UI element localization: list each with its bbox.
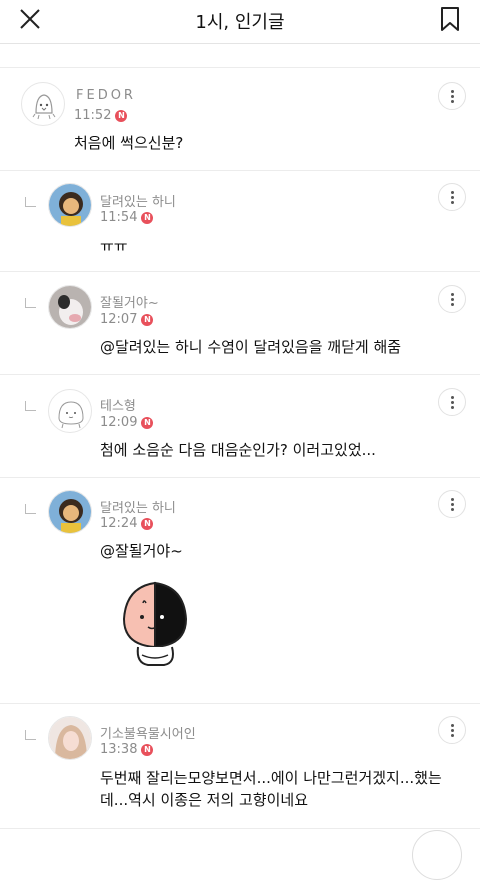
comment-text: 처음에 썩으신분? <box>74 134 184 152</box>
comment-text: @잘될거야~ <box>100 542 183 560</box>
comment-time: 12:24 N <box>100 516 154 531</box>
new-badge: N <box>141 314 154 326</box>
comment-author: 기소불욕물시어인 <box>100 727 196 742</box>
comment-time: 13:38 N <box>100 742 154 757</box>
comment-item: FEDOR 11:52 N 처음에 썩으신분? <box>0 68 480 170</box>
bookmark-icon[interactable] <box>440 6 460 32</box>
comment-author: 잘될거야~ <box>100 296 159 311</box>
time-value: 12:24 <box>100 516 138 531</box>
more-options-button[interactable] <box>438 388 466 416</box>
time-value: 13:38 <box>100 742 138 757</box>
cartoon-avatar[interactable] <box>48 183 92 227</box>
new-badge: N <box>141 417 154 429</box>
comment-text: ㅠㅠ <box>100 237 128 255</box>
cartoon-avatar[interactable] <box>48 490 92 534</box>
reply-item: 달려있는 하니 12:24 N @잘될거야~ <box>0 478 480 700</box>
page-title: 1시, 인기글 <box>195 12 285 33</box>
reply-arrow-icon <box>25 197 36 207</box>
top-bar: 1시, 인기글 <box>0 0 480 44</box>
penguin-avatar[interactable] <box>21 82 65 126</box>
comment-text-line1: 두번째 잘리는모양보면서...에이 나만그런거겠지...했는 <box>100 769 442 787</box>
more-options-button[interactable] <box>438 285 466 313</box>
new-badge: N <box>141 518 154 530</box>
reply-item: 기소불욕물시어인 13:38 N 두번째 잘리는모양보면서...에이 나만그런거겠… <box>0 704 480 828</box>
new-badge: N <box>141 212 154 224</box>
comment-text: @달려있는 하니 수염이 달려있음을 깨닫게 해줌 <box>100 338 402 356</box>
time-value: 11:52 <box>74 108 112 123</box>
more-options-button[interactable] <box>438 490 466 518</box>
cow-avatar[interactable] <box>48 285 92 329</box>
comment-text-line2: 데...역시 이종은 저의 고향이네요 <box>100 791 309 809</box>
reply-item: 잘될거야~ 12:07 N @달려있는 하니 수염이 달려있음을 깨닫게 해줌 <box>0 272 480 374</box>
reply-arrow-icon <box>25 730 36 740</box>
comment-time: 12:09 N <box>100 415 154 430</box>
more-options-button[interactable] <box>438 183 466 211</box>
divider <box>0 828 480 829</box>
photo-avatar[interactable] <box>48 716 92 760</box>
comment-time: 11:52 N <box>74 108 128 123</box>
reply-item: 달려있는 하니 11:54 N ㅠㅠ <box>0 171 480 271</box>
comment-author: 테스형 <box>100 399 136 414</box>
new-badge: N <box>141 744 154 756</box>
comment-time: 11:54 N <box>100 210 154 225</box>
time-value: 12:09 <box>100 415 138 430</box>
comment-author: FEDOR <box>76 88 136 103</box>
reply-arrow-icon <box>25 401 36 411</box>
comment-author: 달려있는 하니 <box>100 501 176 516</box>
comment-author: 달려있는 하니 <box>100 195 176 210</box>
more-options-button[interactable] <box>438 82 466 110</box>
peach-character-sticker <box>122 581 188 666</box>
reply-arrow-icon <box>25 504 36 514</box>
time-value: 11:54 <box>100 210 138 225</box>
time-value: 12:07 <box>100 312 138 327</box>
new-badge: N <box>115 110 128 122</box>
comment-text: 첨에 소음순 다음 대음순인가? 이러고있었... <box>100 441 376 459</box>
blob-avatar[interactable] <box>48 389 92 433</box>
reply-item: 테스형 12:09 N 첨에 소음순 다음 대음순인가? 이러고있었... <box>0 375 480 475</box>
reply-arrow-icon <box>25 298 36 308</box>
more-options-button[interactable] <box>438 716 466 744</box>
comment-time: 12:07 N <box>100 312 154 327</box>
